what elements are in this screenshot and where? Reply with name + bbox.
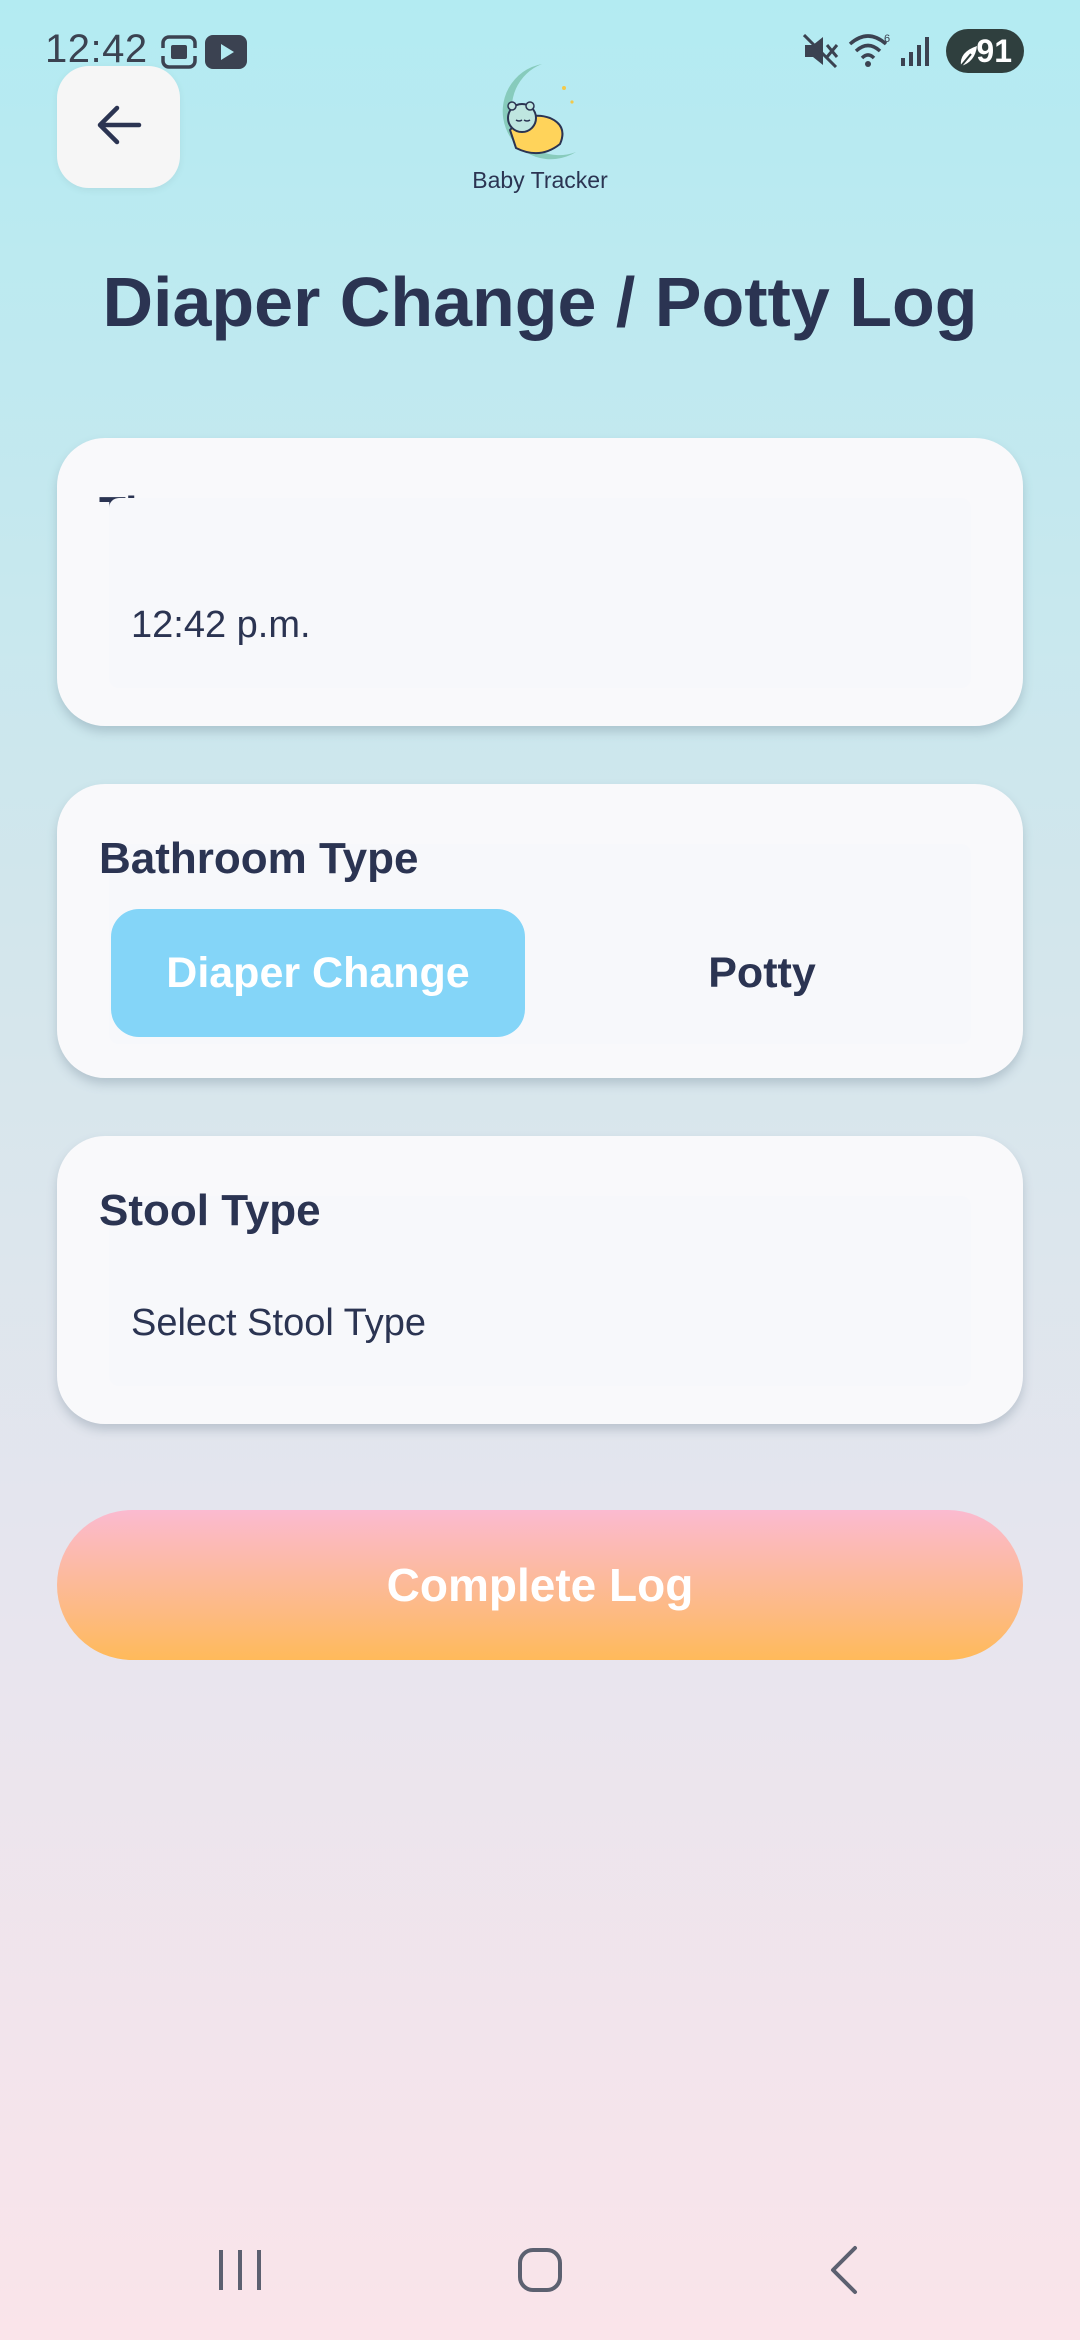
battery-icon: 91: [946, 29, 1024, 73]
bathroom-type-label: Bathroom Type: [99, 834, 419, 883]
bathroom-type-card: Bathroom Type Diaper Change Potty: [57, 784, 1023, 1078]
battery-level: 91: [976, 32, 1012, 69]
potty-option[interactable]: Potty: [555, 909, 969, 1037]
stool-type-placeholder: Select Stool Type: [131, 1302, 427, 1344]
system-nav-bar: [0, 2220, 1080, 2340]
stool-type-label: Stool Type: [99, 1186, 321, 1235]
time-field[interactable]: 12:42 p.m.: [109, 498, 971, 688]
arrow-left-icon: [95, 103, 143, 152]
svg-text:6: 6: [884, 33, 890, 45]
complete-log-button[interactable]: Complete Log: [57, 1510, 1023, 1660]
wifi-icon: 6: [848, 32, 892, 73]
screenshot-icon: [160, 34, 198, 75]
signal-icon: [900, 34, 934, 73]
youtube-icon: [205, 35, 247, 74]
mute-icon: [802, 33, 839, 73]
leaf-icon: [957, 39, 979, 76]
diaper-change-option[interactable]: Diaper Change: [111, 909, 525, 1037]
stool-type-card: Select Stool Type Stool Type: [57, 1136, 1023, 1424]
back-nav-icon[interactable]: [804, 2230, 884, 2310]
back-button[interactable]: [57, 66, 180, 188]
recents-icon[interactable]: [200, 2230, 280, 2310]
time-value: 12:42 p.m.: [131, 604, 311, 646]
time-card: Time 12:42 p.m.: [57, 438, 1023, 726]
logo-label: Baby Tracker: [472, 167, 608, 193]
home-icon[interactable]: [500, 2230, 580, 2310]
page-title: Diaper Change / Potty Log: [102, 263, 978, 341]
